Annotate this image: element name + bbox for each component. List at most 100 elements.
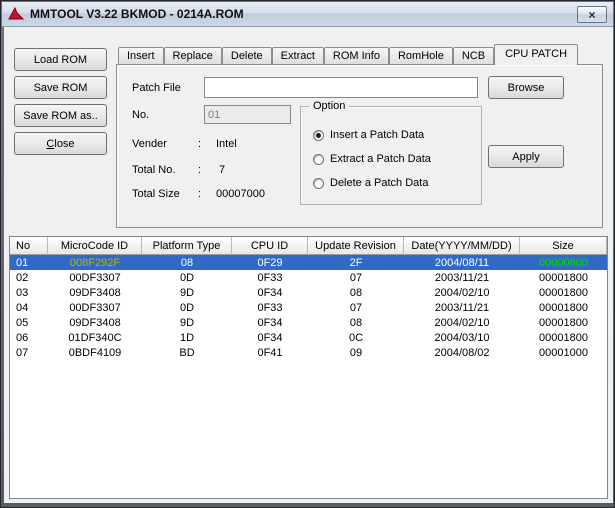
- header-size[interactable]: Size: [520, 237, 607, 255]
- microcode-table: No MicroCode ID Platform Type CPU ID Upd…: [9, 236, 608, 499]
- header-cpu-id[interactable]: CPU ID: [232, 237, 308, 255]
- browse-label: Browse: [507, 81, 545, 94]
- load-rom-label: Load ROM: [33, 53, 88, 66]
- total-size-label: Total Size: [132, 188, 180, 200]
- header-date[interactable]: Date(YYYY/MM/DD): [404, 237, 520, 255]
- radio-icon: [313, 177, 324, 189]
- save-rom-button[interactable]: Save ROM: [14, 76, 107, 99]
- table-cell: 0D: [179, 271, 195, 284]
- table-row[interactable]: 02 00DF3307 0D 0F33 07 2003/11/21 000018…: [10, 270, 607, 285]
- radio-option-insert[interactable]: Insert a Patch Data: [313, 127, 424, 143]
- table-cell: 05: [16, 316, 29, 329]
- table-cell: 07: [16, 346, 29, 359]
- tab-strip: Insert Replace Delete Extract ROM Info R…: [116, 44, 579, 65]
- patch-file-input[interactable]: [204, 77, 478, 98]
- total-size-colon: :: [198, 188, 202, 200]
- table-cell: BD: [179, 346, 195, 359]
- apply-button[interactable]: Apply: [488, 145, 564, 168]
- table-row[interactable]: 04 00DF3307 0D 0F33 07 2003/11/21 000018…: [10, 300, 607, 315]
- vender-label: Vender: [132, 138, 167, 150]
- table-cell: 0F33: [257, 301, 283, 314]
- tab-cpu-patch[interactable]: CPU PATCH: [494, 44, 579, 65]
- table-cell: 09DF3408: [69, 286, 121, 299]
- table-cell: 08: [349, 316, 363, 329]
- header-update-revision[interactable]: Update Revision: [308, 237, 404, 255]
- load-rom-button[interactable]: Load ROM: [14, 48, 107, 71]
- table-cell: 2004/02/10: [434, 286, 490, 299]
- table-cell: 2004/08/02: [434, 346, 490, 359]
- table-cell: 2003/11/21: [434, 301, 490, 314]
- table-cell: 1D: [179, 331, 195, 344]
- radio-option-delete[interactable]: Delete a Patch Data: [313, 175, 428, 191]
- table-cell: 0F34: [257, 286, 283, 299]
- radio-label: Insert a Patch Data: [330, 129, 425, 141]
- total-no-value: 7: [219, 164, 226, 176]
- table-row[interactable]: 05 09DF3408 9D 0F34 08 2004/02/10 000018…: [10, 315, 607, 330]
- header-microcode-id[interactable]: MicroCode ID: [48, 237, 142, 255]
- table-row[interactable]: 01 008F292F 08 0F29 2F 2004/08/11 000008…: [10, 255, 607, 270]
- table-cell: 00DF3307: [69, 301, 121, 314]
- radio-icon: [313, 153, 324, 165]
- table-cell: 0F34: [257, 316, 283, 329]
- table-cell: 01: [16, 256, 29, 269]
- radio-option-extract[interactable]: Extract a Patch Data: [313, 151, 431, 167]
- table-cell: 0D: [179, 301, 195, 314]
- table-cell: 0F29: [257, 256, 283, 269]
- tab-romhole[interactable]: RomHole: [388, 47, 453, 64]
- tab-extract[interactable]: Extract: [271, 47, 324, 64]
- table-cell: 0BDF4109: [68, 346, 122, 359]
- tab-delete[interactable]: Delete: [221, 47, 272, 64]
- table-cell: 2004/03/10: [434, 331, 490, 344]
- table-cell: 00001800: [539, 286, 588, 299]
- radio-icon: [313, 129, 324, 141]
- apply-label: Apply: [512, 150, 540, 163]
- radio-label: Extract a Patch Data: [330, 153, 431, 165]
- window-title: MMTOOL V3.22 BKMOD - 0214A.ROM: [30, 7, 244, 21]
- total-size-value: 00007000: [216, 188, 265, 200]
- tab-replace[interactable]: Replace: [163, 47, 222, 64]
- close-icon: ×: [588, 7, 596, 22]
- table-cell: 08: [349, 286, 363, 299]
- table-cell: 00001000: [539, 346, 588, 359]
- table-header-row: No MicroCode ID Platform Type CPU ID Upd…: [10, 237, 607, 255]
- option-groupbox: Option Insert a Patch Data Extract a Pat…: [300, 100, 482, 205]
- option-group-title: Option: [309, 100, 350, 113]
- header-no[interactable]: No: [10, 237, 48, 255]
- save-rom-label: Save ROM: [33, 81, 88, 94]
- table-cell: 9D: [179, 286, 195, 299]
- table-cell: 03: [16, 286, 29, 299]
- table-cell: 00000800: [539, 256, 588, 269]
- save-rom-as-label: Save ROM as..: [23, 109, 98, 122]
- tab-insert[interactable]: Insert: [118, 47, 164, 64]
- table-cell: 2004/08/11: [434, 256, 490, 269]
- table-row[interactable]: 03 09DF3408 9D 0F34 08 2004/02/10 000018…: [10, 285, 607, 300]
- dialog-client-area: Load ROM Save ROM Save ROM as.. Close In…: [4, 27, 613, 503]
- table-cell: 04: [16, 301, 29, 314]
- vender-value: Intel: [216, 138, 237, 150]
- table-cell: 2F: [349, 256, 363, 269]
- table-cell: 06: [16, 331, 29, 344]
- vender-colon: :: [198, 138, 202, 150]
- table-row[interactable]: 06 01DF340C 1D 0F34 0C 2004/03/10 000018…: [10, 330, 607, 345]
- patch-file-label: Patch File: [132, 82, 181, 94]
- table-cell: 01DF340C: [68, 331, 122, 344]
- browse-button[interactable]: Browse: [488, 76, 564, 99]
- tab-rom-info[interactable]: ROM Info: [323, 47, 389, 64]
- table-cell: 0F41: [257, 346, 283, 359]
- save-rom-as-button[interactable]: Save ROM as..: [14, 104, 107, 127]
- header-platform-type[interactable]: Platform Type: [142, 237, 232, 255]
- close-app-button[interactable]: Close: [14, 132, 107, 155]
- table-cell: 09: [349, 346, 363, 359]
- table-cell: 07: [349, 271, 363, 284]
- table-row[interactable]: 07 0BDF4109 BD 0F41 09 2004/08/02 000010…: [10, 345, 607, 360]
- total-no-label: Total No.: [132, 164, 176, 176]
- table-cell: 00001800: [539, 316, 588, 329]
- titlebar: MMTOOL V3.22 BKMOD - 0214A.ROM ×: [2, 2, 613, 27]
- total-no-colon: :: [198, 164, 202, 176]
- titlebar-close-button[interactable]: ×: [577, 6, 607, 23]
- patch-no-label: No.: [132, 109, 150, 121]
- table-cell: 9D: [179, 316, 195, 329]
- tab-ncb[interactable]: NCB: [452, 47, 495, 64]
- close-app-label: Close: [46, 137, 75, 150]
- table-cell: 08: [180, 256, 194, 269]
